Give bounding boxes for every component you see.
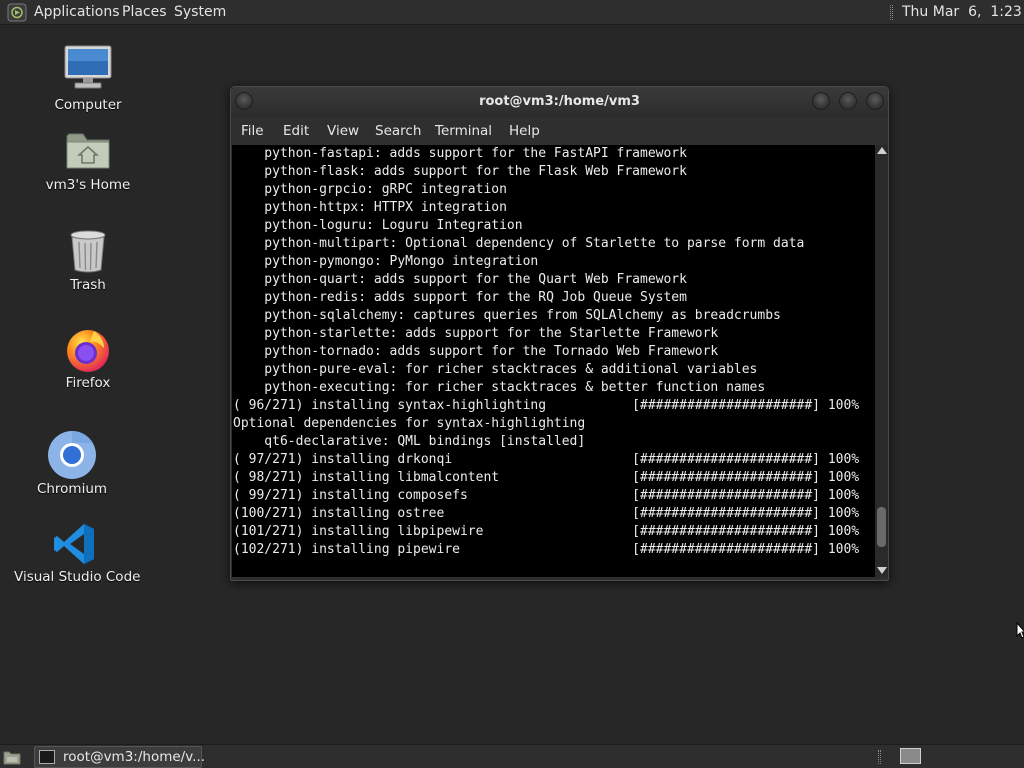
window-title: root@vm3:/home/vm3: [479, 94, 640, 109]
trash-icon: [70, 230, 106, 273]
menu-edit[interactable]: Edit: [283, 117, 309, 145]
scroll-up-arrow-icon[interactable]: [877, 147, 887, 154]
desktop-icon-label: Computer: [54, 97, 122, 113]
terminal-window[interactable]: root@vm3:/home/vm3 File Edit View Search…: [230, 86, 889, 581]
terminal-line: Optional dependencies for syntax-highlig…: [233, 416, 586, 431]
desktop-icon-label: Visual Studio Code: [14, 569, 141, 585]
desktop-icon-label: Firefox: [65, 375, 111, 391]
terminal-output[interactable]: python-fastapi: adds support for the Fas…: [232, 145, 875, 577]
taskbar-terminal-button[interactable]: root@vm3:/home/v...: [34, 746, 206, 768]
menu-help[interactable]: Help: [509, 117, 540, 145]
scroll-down-arrow-icon[interactable]: [877, 567, 887, 574]
terminal-line: ( 98/271) installing libmalcontent [####…: [233, 470, 860, 485]
menu-view[interactable]: View: [327, 117, 359, 145]
minimize-button[interactable]: [812, 92, 830, 110]
desktop-icon-computer[interactable]: Computer: [30, 42, 146, 118]
panel-separator: [878, 750, 881, 764]
menu-terminal[interactable]: Terminal: [435, 117, 492, 145]
terminal-line: python-quart: adds support for the Quart…: [233, 272, 687, 287]
desktop-icon-label: vm3's Home: [45, 177, 131, 193]
terminal-line: python-httpx: HTTPX integration: [233, 200, 507, 215]
terminal-line: ( 97/271) installing drkonqi [##########…: [233, 452, 860, 467]
vscode-icon: [54, 524, 94, 564]
show-desktop-icon[interactable]: [3, 749, 21, 765]
terminal-line: python-fastapi: adds support for the Fas…: [233, 146, 687, 161]
menu-system[interactable]: System: [174, 0, 226, 25]
terminal-line: python-pymongo: PyMongo integration: [233, 254, 539, 269]
clock[interactable]: Thu Mar 6, 1:23 PM: [902, 0, 1024, 25]
terminal-line: python-loguru: Loguru Integration: [233, 218, 523, 233]
applications-menu-icon[interactable]: [7, 3, 27, 22]
terminal-line: (102/271) installing pipewire [#########…: [233, 542, 860, 557]
terminal-line: ( 96/271) installing syntax-highlighting…: [233, 398, 860, 413]
menu-applications[interactable]: Applications: [34, 0, 120, 25]
mouse-pointer-icon: [1016, 622, 1024, 639]
scrollbar-thumb[interactable]: [877, 507, 886, 547]
panel-separator: [890, 5, 893, 20]
terminal-line: python-multipart: Optional dependency of…: [233, 236, 805, 251]
close-button[interactable]: [866, 92, 884, 110]
home-folder-icon: [66, 133, 110, 169]
terminal-line: qt6-declarative: QML bindings [installed…: [233, 434, 586, 449]
terminal-line: python-executing: for richer stacktraces…: [233, 380, 766, 395]
computer-icon: [64, 45, 112, 89]
terminal-line: python-pure-eval: for richer stacktraces…: [233, 362, 758, 377]
terminal-line: python-tornado: adds support for the Tor…: [233, 344, 719, 359]
terminal-titlebar[interactable]: root@vm3:/home/vm3: [231, 87, 888, 117]
terminal-scrollbar[interactable]: [875, 145, 888, 577]
menu-search[interactable]: Search: [375, 117, 421, 145]
bottom-panel: root@vm3:/home/v...: [0, 744, 1024, 768]
desktop-icon-label: Trash: [70, 277, 106, 293]
terminal-menubar: File Edit View Search Terminal Help: [231, 117, 888, 145]
terminal-icon: [39, 750, 55, 764]
desktop-icon-vscode[interactable]: Visual Studio Code: [14, 520, 141, 590]
desktop-icon-chromium[interactable]: Chromium: [14, 428, 130, 500]
menu-file[interactable]: File: [241, 117, 264, 145]
taskbar-button-label: root@vm3:/home/v...: [63, 749, 206, 765]
maximize-button[interactable]: [839, 92, 857, 110]
terminal-line: python-grpcio: gRPC integration: [233, 182, 507, 197]
menu-places[interactable]: Places: [122, 0, 167, 25]
desktop-icon-trash[interactable]: Trash: [30, 226, 146, 298]
terminal-line: (100/271) installing ostree [###########…: [233, 506, 860, 521]
terminal-line: python-flask: adds support for the Flask…: [233, 164, 687, 179]
terminal-line: python-sqlalchemy: captures queries from…: [233, 308, 781, 323]
terminal-line: python-starlette: adds support for the S…: [233, 326, 719, 341]
firefox-icon: [67, 330, 109, 372]
desktop-icon-label: Chromium: [36, 481, 108, 497]
terminal-line: python-redis: adds support for the RQ Jo…: [233, 290, 687, 305]
chromium-icon: [48, 431, 96, 479]
desktop-icon-home[interactable]: vm3's Home: [30, 126, 146, 198]
desktop-icon-firefox[interactable]: Firefox: [30, 324, 146, 396]
terminal-line: ( 99/271) installing composefs [########…: [233, 488, 860, 503]
top-panel: Applications Places System Thu Mar 6, 1:…: [0, 0, 1024, 25]
terminal-line: (101/271) installing libpipewire [######…: [233, 524, 860, 539]
workspace-switcher[interactable]: [900, 748, 921, 764]
